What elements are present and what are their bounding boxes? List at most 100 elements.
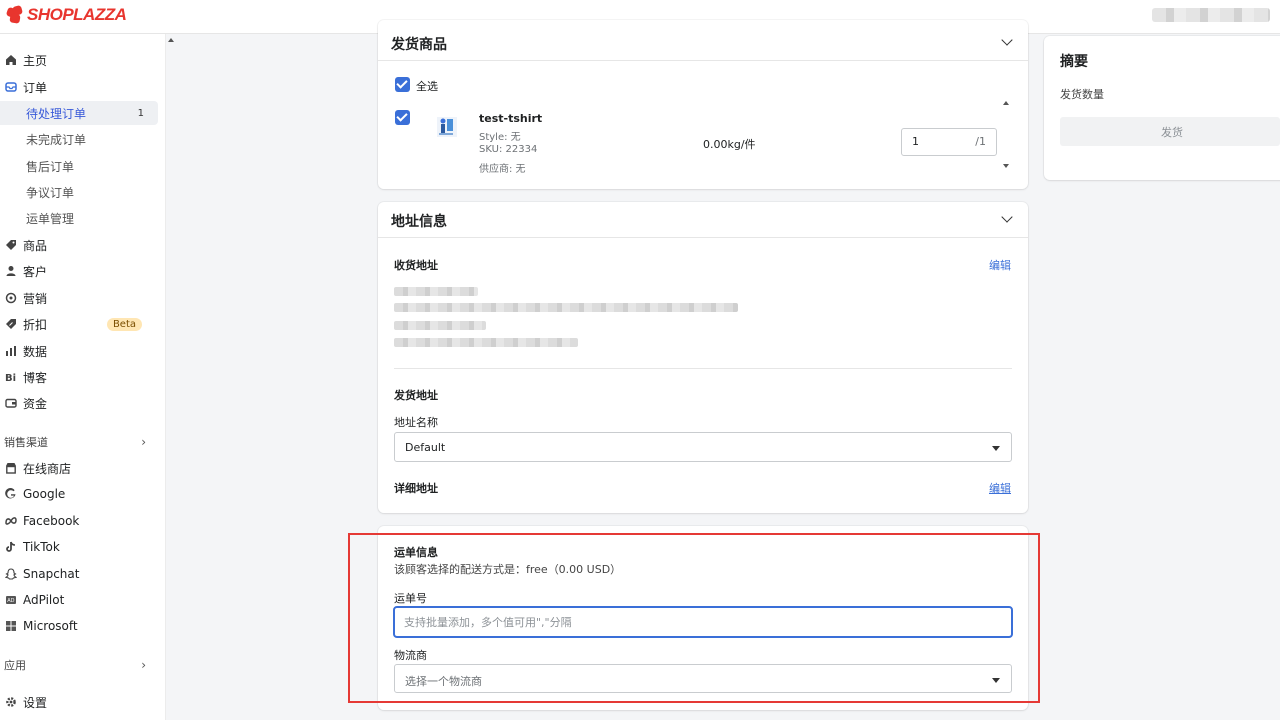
quantity-input[interactable]: 1 /1	[901, 128, 997, 156]
pending-count-badge: 1	[137, 107, 144, 119]
sidebar-item-discounts[interactable]: 折扣 Beta	[0, 312, 160, 336]
blog-icon: Bi	[4, 370, 18, 384]
sidebar-item-label: 主页	[23, 53, 48, 68]
sidebar-channel-microsoft[interactable]: Microsoft	[0, 614, 160, 638]
address-name-label: 地址名称	[394, 416, 438, 429]
shoplazza-logo[interactable]: SHOPLAZZA	[5, 4, 127, 25]
sidebar-item-label: 数据	[23, 344, 48, 359]
apps-header[interactable]: 应用 ›	[0, 654, 160, 676]
home-icon	[4, 53, 18, 67]
product-sku: SKU: 22334	[479, 144, 538, 155]
product-name[interactable]: test-tshirt	[479, 112, 542, 125]
sidebar-channel-online-store[interactable]: 在线商店	[0, 456, 160, 480]
select-all-checkbox[interactable]	[395, 77, 410, 92]
sidebar-item-label: 营销	[23, 291, 48, 306]
sidebar-item-marketing[interactable]: 营销	[0, 286, 160, 310]
meta-icon	[4, 514, 18, 528]
origin-address-label: 发货地址	[394, 389, 438, 402]
divider	[378, 60, 1028, 61]
address-card-title: 地址信息	[391, 214, 447, 230]
collapse-chevron-icon[interactable]	[1002, 214, 1012, 224]
google-icon	[4, 487, 18, 501]
sidebar-channel-label: TikTok	[23, 540, 60, 554]
sidebar-subitem-dispute-orders[interactable]: 争议订单	[0, 180, 158, 204]
address-card	[378, 202, 1028, 513]
caret-down-icon	[992, 446, 1000, 451]
microsoft-icon	[4, 619, 18, 633]
highlight-box	[348, 533, 1040, 703]
chevron-right-icon: ›	[141, 435, 146, 449]
sidebar-item-finance[interactable]: 资金	[0, 391, 160, 415]
detail-address-label: 详细地址	[394, 482, 438, 495]
sidebar-item-orders[interactable]: 订单	[0, 75, 160, 99]
product-thumbnail	[435, 113, 461, 141]
sidebar-item-home[interactable]: 主页	[0, 48, 160, 72]
sidebar-channel-snapchat[interactable]: Snapchat	[0, 562, 160, 586]
sidebar-channel-label: Snapchat	[23, 567, 80, 581]
logo-mark-icon	[5, 4, 24, 24]
sidebar-subitem-label: 争议订单	[26, 185, 75, 200]
sidebar-item-label: 资金	[23, 396, 48, 411]
select-all-label: 全选	[416, 80, 438, 93]
beta-badge: Beta	[106, 317, 142, 331]
sidebar-channel-facebook[interactable]: Facebook	[0, 509, 160, 533]
adpilot-icon: AD	[4, 593, 18, 607]
tag-icon	[4, 238, 18, 252]
product-supplier: 供应商: 无	[479, 164, 526, 175]
sidebar-item-blog[interactable]: Bi 博客	[0, 365, 160, 389]
scroll-up-icon[interactable]	[1003, 101, 1009, 105]
fulfill-button[interactable]: 发货	[1060, 117, 1280, 146]
sidebar-scroll-up-icon[interactable]	[168, 38, 176, 46]
svg-text:AD: AD	[7, 598, 14, 604]
fulfill-items-card	[378, 20, 1028, 189]
address-name-select[interactable]: Default	[394, 432, 1012, 462]
sales-channels-header[interactable]: 销售渠道 ›	[0, 431, 160, 453]
sidebar-item-analytics[interactable]: 数据	[0, 339, 160, 363]
sidebar-item-settings[interactable]: 设置	[0, 690, 160, 714]
sidebar-channel-adpilot[interactable]: AD AdPilot	[0, 588, 160, 612]
svg-text:Bi: Bi	[5, 373, 16, 383]
sidebar-item-label: 设置	[23, 695, 48, 710]
shipping-address-label: 收货地址	[394, 259, 438, 272]
sidebar-channel-google[interactable]: Google	[0, 482, 160, 506]
bar-chart-icon	[4, 344, 18, 358]
sidebar-subitem-label: 售后订单	[26, 159, 75, 174]
sidebar-item-customers[interactable]: 客户	[0, 259, 160, 283]
sidebar-item-label: 商品	[23, 238, 48, 253]
sidebar-item-products[interactable]: 商品	[0, 233, 160, 257]
sidebar-channel-label: 在线商店	[23, 461, 72, 476]
sidebar-channel-label: Google	[23, 487, 66, 501]
quantity-max: /1	[975, 135, 986, 148]
sales-channels-label: 销售渠道	[4, 436, 48, 449]
quantity-value: 1	[912, 135, 919, 148]
sidebar-item-label: 博客	[23, 370, 48, 385]
marketing-icon	[4, 291, 18, 305]
sidebar-subitem-unfinished-orders[interactable]: 未完成订单	[0, 127, 158, 151]
fulfill-items-title: 发货商品	[391, 37, 447, 53]
discount-icon	[4, 317, 18, 331]
gear-icon	[4, 695, 18, 709]
edit-shipping-address-link[interactable]: 编辑	[989, 257, 1011, 273]
apps-label: 应用	[4, 659, 26, 672]
sidebar-subitem-label: 待处理订单	[26, 106, 87, 121]
redacted-phone	[394, 321, 486, 330]
edit-detail-address-link[interactable]: 编辑	[989, 480, 1011, 496]
sidebar-item-label: 客户	[23, 264, 48, 279]
sidebar-subitem-pending-orders[interactable]: 待处理订单 1	[0, 101, 158, 125]
summary-title: 摘要	[1060, 54, 1088, 70]
orders-icon	[4, 80, 18, 94]
sidebar-subitem-aftersale-orders[interactable]: 售后订单	[0, 154, 158, 178]
sidebar-subitem-waybill-management[interactable]: 运单管理	[0, 206, 158, 230]
account-menu[interactable]	[1152, 8, 1270, 22]
collapse-chevron-icon[interactable]	[1002, 37, 1012, 47]
scroll-down-icon[interactable]	[1003, 164, 1009, 168]
sidebar-channel-label: Microsoft	[23, 619, 78, 633]
product-checkbox[interactable]	[395, 110, 410, 125]
store-icon	[4, 461, 18, 475]
product-style: Style: 无	[479, 132, 521, 143]
logo-text: SHOPLAZZA	[27, 5, 127, 24]
sidebar-subitem-label: 未完成订单	[26, 132, 87, 147]
sidebar-item-label: 折扣	[23, 317, 48, 332]
sidebar-channel-tiktok[interactable]: TikTok	[0, 535, 160, 559]
sidebar-item-label: 订单	[23, 80, 48, 95]
